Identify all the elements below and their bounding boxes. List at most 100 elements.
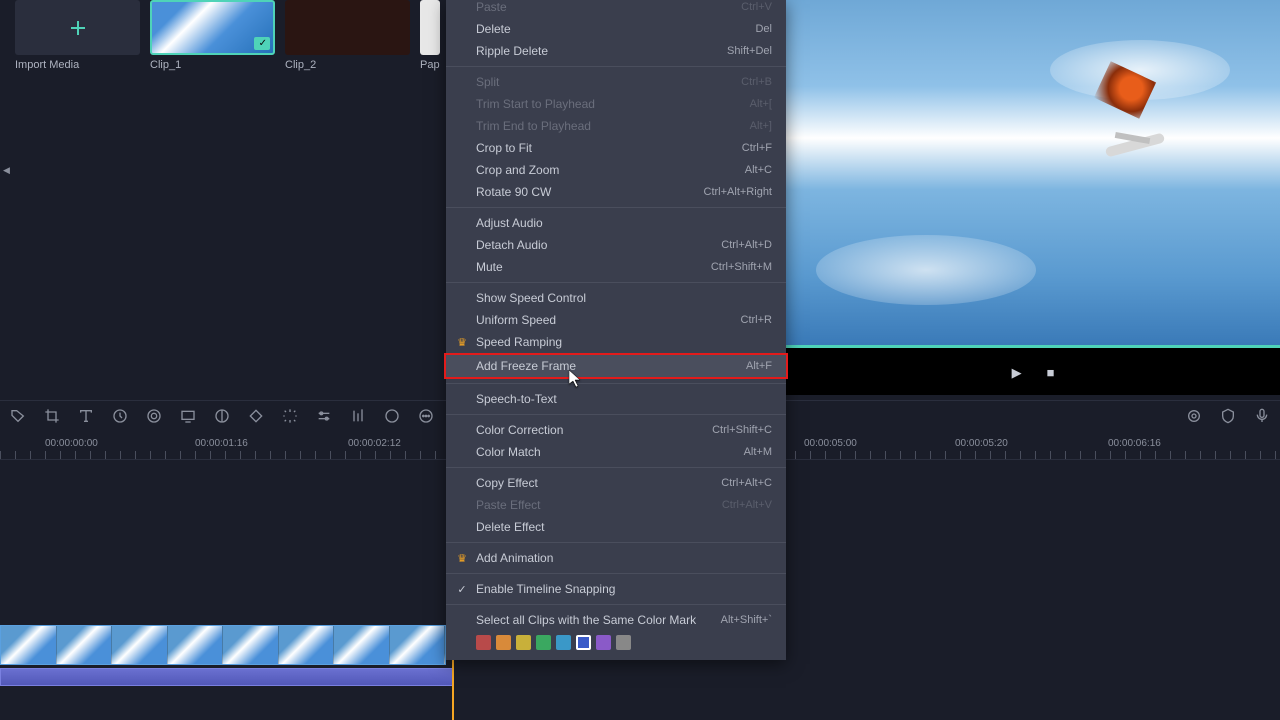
menu-item-crop-to-fit[interactable]: Crop to FitCtrl+F — [446, 137, 786, 159]
clip-item-1[interactable]: ✓ Clip_1 — [150, 0, 275, 71]
clip-item-2[interactable]: Clip_2 — [285, 0, 410, 71]
preview-progress[interactable] — [786, 345, 1280, 348]
chroma-icon[interactable] — [212, 406, 232, 426]
color-mark[interactable] — [556, 635, 571, 650]
effect-icon[interactable] — [280, 406, 300, 426]
menu-item-color-correction[interactable]: Color CorrectionCtrl+Shift+C — [446, 419, 786, 441]
menu-item-mute[interactable]: MuteCtrl+Shift+M — [446, 256, 786, 278]
menu-label: Show Speed Control — [476, 291, 772, 305]
stop-button[interactable]: ■ — [1047, 365, 1055, 380]
menu-label: Speech-to-Text — [476, 392, 772, 406]
color-mark[interactable] — [476, 635, 491, 650]
menu-shortcut: Del — [755, 23, 772, 35]
menu-shortcut: Alt+C — [745, 164, 772, 176]
color-mark[interactable] — [616, 635, 631, 650]
menu-label: Color Correction — [476, 423, 712, 437]
menu-item-detach-audio[interactable]: Detach AudioCtrl+Alt+D — [446, 234, 786, 256]
menu-divider — [446, 542, 786, 543]
menu-item-adjust-audio[interactable]: Adjust Audio — [446, 212, 786, 234]
preview-video[interactable] — [786, 0, 1280, 345]
menu-divider — [446, 383, 786, 384]
clip-label: Clip_2 — [285, 59, 316, 71]
menu-label: Split — [476, 75, 741, 89]
menu-item-speech-to-text[interactable]: Speech-to-Text — [446, 388, 786, 410]
color-icon[interactable] — [144, 406, 164, 426]
menu-divider — [446, 207, 786, 208]
menu-item-enable-timeline-snapping[interactable]: ✓ Enable Timeline Snapping — [446, 578, 786, 600]
menu-item-paste: PasteCtrl+V — [446, 0, 786, 18]
menu-shortcut: Alt+Shift+` — [721, 614, 772, 626]
color-mark[interactable] — [496, 635, 511, 650]
more-icon[interactable] — [416, 406, 436, 426]
speed-icon[interactable] — [110, 406, 130, 426]
menu-shortcut: Ctrl+Shift+C — [712, 424, 772, 436]
menu-label: Select all Clips with the Same Color Mar… — [476, 613, 721, 627]
audio-track-clip[interactable] — [0, 668, 454, 686]
shield-icon[interactable] — [1218, 406, 1238, 426]
menu-label: Mute — [476, 260, 711, 274]
menu-label: Adjust Audio — [476, 216, 772, 230]
text-icon[interactable] — [76, 406, 96, 426]
tag-icon[interactable] — [8, 406, 28, 426]
import-media-button[interactable]: Import Media — [15, 0, 140, 71]
menu-item-rotate-90-cw[interactable]: Rotate 90 CWCtrl+Alt+Right — [446, 181, 786, 203]
clip-label: Pap — [420, 59, 440, 71]
menu-shortcut: Ctrl+B — [741, 76, 772, 88]
menu-label: Trim End to Playhead — [476, 119, 750, 133]
circle-icon[interactable] — [382, 406, 402, 426]
menu-label: Uniform Speed — [476, 313, 741, 327]
crown-icon: ♛ — [455, 335, 469, 349]
menu-label: Enable Timeline Snapping — [476, 582, 772, 596]
menu-divider — [446, 573, 786, 574]
menu-shortcut: Alt+] — [750, 120, 772, 132]
menu-shortcut: Ctrl+V — [741, 1, 772, 13]
menu-shortcut: Alt+[ — [750, 98, 772, 110]
menu-label: Color Match — [476, 445, 744, 459]
menu-item-copy-effect[interactable]: Copy EffectCtrl+Alt+C — [446, 472, 786, 494]
menu-item-select-all-clips-with-the-same-color-mark[interactable]: Select all Clips with the Same Color Mar… — [446, 609, 786, 631]
import-label: Import Media — [15, 59, 79, 71]
color-mark[interactable] — [516, 635, 531, 650]
menu-item-add-freeze-frame[interactable]: Add Freeze FrameAlt+F — [444, 353, 788, 379]
marker-icon[interactable] — [1184, 406, 1204, 426]
equalizer-icon[interactable] — [348, 406, 368, 426]
menu-label: Speed Ramping — [476, 335, 772, 349]
menu-shortcut: Ctrl+Shift+M — [711, 261, 772, 273]
time-mark: 00:00:05:00 — [804, 438, 857, 449]
video-track-clip[interactable] — [0, 625, 446, 665]
check-icon: ✓ — [455, 582, 469, 596]
menu-label: Add Freeze Frame — [476, 359, 746, 373]
menu-item-uniform-speed[interactable]: Uniform SpeedCtrl+R — [446, 309, 786, 331]
menu-label: Crop to Fit — [476, 141, 742, 155]
play-button[interactable]: ▶ — [1012, 365, 1022, 381]
crop-icon[interactable] — [42, 406, 62, 426]
time-mark: 00:00:01:16 — [195, 438, 248, 449]
menu-label: Paste — [476, 0, 741, 14]
menu-item-paste-effect: Paste EffectCtrl+Alt+V — [446, 494, 786, 516]
menu-label: Rotate 90 CW — [476, 185, 704, 199]
time-mark: 00:00:00:00 — [45, 438, 98, 449]
menu-item-speed-ramping[interactable]: ♛ Speed Ramping — [446, 331, 786, 353]
screen-icon[interactable] — [178, 406, 198, 426]
clip-item-3[interactable]: Pap — [420, 0, 440, 71]
menu-item-add-animation[interactable]: ♛Add Animation — [446, 547, 786, 569]
menu-item-show-speed-control[interactable]: Show Speed Control — [446, 287, 786, 309]
menu-item-delete[interactable]: DeleteDel — [446, 18, 786, 40]
menu-shortcut: Ctrl+Alt+C — [721, 477, 772, 489]
color-mark[interactable] — [596, 635, 611, 650]
mic-icon[interactable] — [1252, 406, 1272, 426]
menu-item-ripple-delete[interactable]: Ripple DeleteShift+Del — [446, 40, 786, 62]
menu-item-crop-and-zoom[interactable]: Crop and ZoomAlt+C — [446, 159, 786, 181]
color-mark[interactable] — [536, 635, 551, 650]
menu-shortcut: Ctrl+Alt+V — [722, 499, 772, 511]
collapse-arrow-icon[interactable]: ◀ — [3, 165, 10, 176]
menu-item-color-match[interactable]: Color MatchAlt+M — [446, 441, 786, 463]
color-mark[interactable] — [576, 635, 591, 650]
check-icon: ✓ — [259, 38, 267, 49]
menu-divider — [446, 414, 786, 415]
adjust-icon[interactable] — [314, 406, 334, 426]
menu-item-split: SplitCtrl+B — [446, 71, 786, 93]
menu-item-delete-effect[interactable]: Delete Effect — [446, 516, 786, 538]
crown-icon: ♛ — [455, 551, 469, 565]
keyframe-icon[interactable] — [246, 406, 266, 426]
